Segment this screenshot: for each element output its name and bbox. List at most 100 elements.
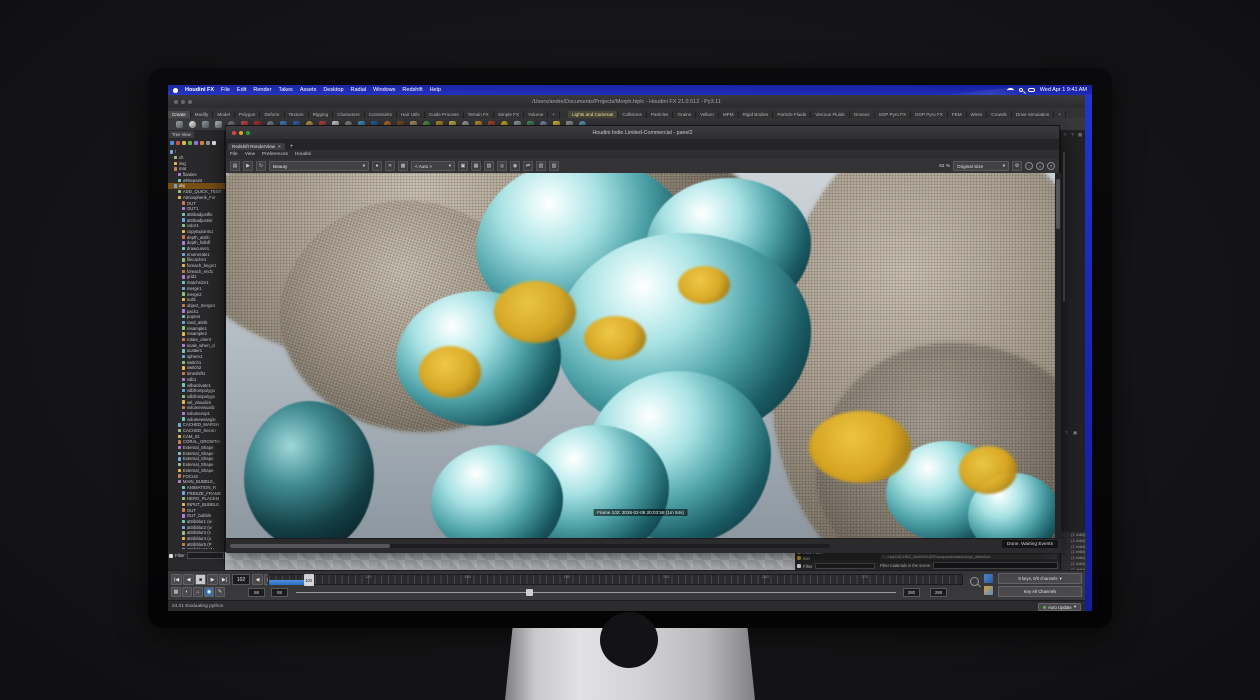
shelf-tab-vellum[interactable]: Vellum <box>696 111 719 118</box>
crop-icon[interactable]: ▩ <box>398 161 408 171</box>
menubar-item-desktop[interactable]: Desktop <box>323 87 343 93</box>
close-icon[interactable]: × <box>1064 132 1067 137</box>
menubar-item-radial[interactable]: Radial <box>351 87 367 93</box>
close-icon[interactable]: × <box>883 554 885 559</box>
menubar-item-takes[interactable]: Takes <box>278 87 292 93</box>
transport-button[interactable]: ▶ <box>207 574 218 585</box>
range-end2-field[interactable]: 288 <box>930 588 947 597</box>
render-start-icon[interactable]: ▶ <box>243 161 253 171</box>
auto-update-dropdown[interactable]: Auto Update ▾ <box>1038 603 1081 611</box>
shelf-tab-+[interactable]: + <box>548 111 560 118</box>
render-menu-file[interactable]: File <box>230 152 238 157</box>
shelf-tab-rigging[interactable]: Rigging <box>309 111 334 118</box>
help-icon[interactable]: ? <box>1047 162 1055 170</box>
shelf-tab-modify[interactable]: Modify <box>191 111 214 118</box>
shelf-tab-sop-pyro-fx[interactable]: SOP Pyro FX <box>875 111 912 118</box>
compare-icon[interactable]: ⇄ <box>523 161 533 171</box>
menubar-item-windows[interactable]: Windows <box>373 87 395 93</box>
shelf-tab-rigid-bodies[interactable]: Rigid Bodies <box>739 111 774 118</box>
tree-toolbar-icon[interactable] <box>182 141 186 145</box>
shelf-tab-hair-utils[interactable]: Hair Utils <box>397 111 425 118</box>
tree-toolbar-icon[interactable] <box>176 141 180 145</box>
menubar-item-redshift[interactable]: Redshift <box>402 87 422 93</box>
range-slider-handle[interactable] <box>526 589 533 596</box>
duplicate-icon[interactable]: ▧ <box>549 161 559 171</box>
playback-toggle[interactable]: ▦ <box>171 587 181 597</box>
snapshot-slot-dropdown[interactable]: < Auto >▾ <box>411 161 455 171</box>
copy-icon[interactable]: ▥ <box>536 161 546 171</box>
background-icon[interactable]: ● <box>372 161 382 171</box>
playback-toggle[interactable]: ◐ <box>182 587 192 597</box>
shelf-tab-fem[interactable]: FEM <box>948 111 967 118</box>
timeline-ruler[interactable]: 120150180210240270 102 <box>268 574 963 585</box>
current-frame-field[interactable]: 102 <box>232 574 250 585</box>
zoom-percent[interactable]: 62 % <box>939 164 950 169</box>
shelf-tool-icon[interactable] <box>176 121 183 128</box>
shelf-tab-characters[interactable]: Characters <box>333 111 364 118</box>
menubar-item-houdini-fx[interactable]: Houdini FX <box>185 87 214 93</box>
magnifier-icon[interactable] <box>970 577 979 586</box>
render-viewport[interactable]: Frame 102: 2026-02-06 20:03:58 (1m 54s) <box>226 173 1055 538</box>
transport-button[interactable]: ■ <box>195 574 206 585</box>
grid-icon[interactable]: ▦ <box>1078 132 1082 138</box>
panel-icon[interactable]: ▣ <box>1073 430 1077 436</box>
shelf-tab-deform[interactable]: Deform <box>260 111 284 118</box>
tree-node[interactable]: attribblur11 (N <box>168 547 225 549</box>
shelf-tab-particle-fluids[interactable]: Particle Fluids <box>773 111 811 118</box>
scene-filter-input[interactable] <box>933 562 1058 569</box>
range-start2-field[interactable]: 88 <box>271 588 288 597</box>
shelf-tab-wires[interactable]: Wires <box>967 111 988 118</box>
spotlight-icon[interactable] <box>1019 88 1023 92</box>
menubar-item-render[interactable]: Render <box>253 87 271 93</box>
close-icon[interactable]: × <box>278 144 281 149</box>
menubar-item-edit[interactable]: Edit <box>237 87 246 93</box>
tree-pane-tab[interactable]: Tree View <box>169 131 194 138</box>
range-start-field[interactable]: 88 <box>248 588 265 597</box>
render-menu-view[interactable]: View <box>245 152 255 157</box>
render-window-titlebar[interactable]: Houdini Indie Limited-Commercial - panel… <box>226 126 1059 139</box>
tree-filter-input[interactable] <box>187 552 224 559</box>
tree-toolbar-icon[interactable] <box>200 141 204 145</box>
transport-button[interactable]: |◀ <box>171 574 182 585</box>
clear-icon[interactable]: ✕ <box>385 161 395 171</box>
main-titlebar[interactable]: /Users/andre/Documents/Projects/Morph.hi… <box>168 95 1085 108</box>
range-slider[interactable] <box>296 592 896 593</box>
magnifier-icon[interactable]: ◌ <box>1025 162 1033 170</box>
shop-definition-row[interactable]: ×/obj/CACHED_MAINSHAPE/axquickshade2/sho… <box>880 553 1058 560</box>
keys-dropdown[interactable]: 8 keys, 0/0 channels▾ <box>998 573 1082 584</box>
channels-icon[interactable] <box>984 586 993 595</box>
target-icon[interactable]: ◎ <box>497 161 507 171</box>
filter-checkbox[interactable] <box>169 554 173 558</box>
shelf-tab-dop-pyro-fx[interactable]: DOP Pyro FX <box>911 111 948 118</box>
viewport-scrollbar[interactable] <box>1055 173 1061 538</box>
shelf-tab-grains[interactable]: Grains <box>673 111 696 118</box>
menubar-item-file[interactable]: File <box>221 87 230 93</box>
shelf-tab-terrain-fx[interactable]: Terrain FX <box>464 111 494 118</box>
shelf-tab-create[interactable]: Create <box>168 111 191 118</box>
range-end-field[interactable]: 280 <box>903 588 920 597</box>
shelf-tab-polygon[interactable]: Polygon <box>235 111 261 118</box>
key-all-channels-button[interactable]: Key All Channels <box>998 586 1082 597</box>
scope-icon[interactable] <box>984 574 993 583</box>
gear-icon[interactable]: ⚙ <box>1012 161 1022 171</box>
shelf-tool-icon[interactable] <box>189 121 196 128</box>
grid-icon[interactable]: ▦ <box>471 161 481 171</box>
tree-toolbar-icon[interactable] <box>188 141 192 145</box>
filter-checkbox[interactable] <box>797 564 801 568</box>
render-pass-dropdown[interactable]: Beauty▾ <box>269 161 369 171</box>
render-menu-preferences[interactable]: Preferences <box>262 152 288 157</box>
shelf-tab-simple-fx[interactable]: Simple FX <box>494 111 524 118</box>
shelf-tab-texture[interactable]: Texture <box>285 111 309 118</box>
shelf-tab-guide-process[interactable]: Guide Process <box>425 111 464 118</box>
menubar-clock[interactable]: Wed Apr 1 9:41 AM <box>1040 87 1087 93</box>
info-icon[interactable]: i <box>1036 162 1044 170</box>
tree-toolbar-icon[interactable] <box>206 141 210 145</box>
render-menu-houdini[interactable]: Houdini <box>295 152 311 157</box>
horizontal-scroll-thumb[interactable] <box>230 544 390 548</box>
focus-icon[interactable]: ◉ <box>510 161 520 171</box>
shelf-tab-model[interactable]: Model <box>213 111 235 118</box>
playback-toggle[interactable]: ◉ <box>204 587 214 597</box>
playhead[interactable]: 102 <box>304 574 314 586</box>
shelf-tab-lights-and-cameras[interactable]: Lights and Cameras <box>568 111 618 118</box>
shelf-tool-icon[interactable] <box>215 121 222 128</box>
